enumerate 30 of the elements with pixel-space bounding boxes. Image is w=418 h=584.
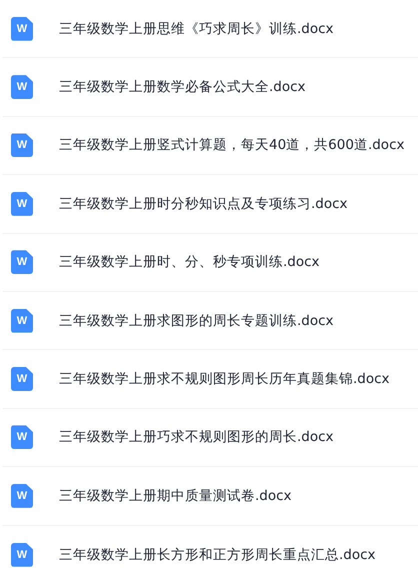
file-row[interactable]: W 三年级数学上册竖式计算题，每天40道，共600道.docx bbox=[3, 116, 418, 176]
file-row[interactable]: W 三年级数学上册求图形的周长专题训练.docx bbox=[3, 292, 418, 350]
file-name: 三年级数学上册巧求不规则图形的周长.docx bbox=[59, 428, 334, 446]
file-name: 三年级数学上册求图形的周长专题训练.docx bbox=[59, 312, 334, 330]
file-row[interactable]: W 三年级数学上册时分秒知识点及专项练习.docx bbox=[3, 175, 418, 234]
word-file-icon: W bbox=[11, 367, 33, 392]
file-name: 三年级数学上册竖式计算题，每天40道，共600道.docx bbox=[59, 136, 404, 154]
file-name: 三年级数学上册数学必备公式大全.docx bbox=[59, 78, 306, 96]
word-file-icon: W bbox=[11, 75, 33, 100]
word-file-icon: W bbox=[11, 133, 33, 158]
word-file-icon: W bbox=[11, 16, 33, 41]
file-row[interactable]: W 三年级数学上册思维《巧求周长》训练.docx bbox=[3, 0, 418, 58]
word-file-icon: W bbox=[11, 484, 33, 508]
file-name: 三年级数学上册长方形和正方形周长重点汇总.docx bbox=[59, 546, 376, 564]
file-row[interactable]: W 三年级数学上册求不规则图形周长历年真题集锦.docx bbox=[3, 350, 418, 409]
word-file-icon: W bbox=[11, 308, 33, 333]
file-row[interactable]: W 三年级数学上册数学必备公式大全.docx bbox=[3, 58, 418, 117]
file-row[interactable]: W 三年级数学上册长方形和正方形周长重点汇总.docx bbox=[3, 526, 418, 584]
file-name: 三年级数学上册时、分、秒专项训练.docx bbox=[59, 253, 320, 272]
word-file-icon: W bbox=[11, 542, 33, 567]
word-file-icon: W bbox=[11, 250, 33, 274]
file-row[interactable]: W 三年级数学上册时、分、秒专项训练.docx bbox=[3, 234, 418, 292]
word-file-icon: W bbox=[11, 192, 33, 216]
file-row[interactable]: W 三年级数学上册巧求不规则图形的周长.docx bbox=[3, 408, 418, 468]
file-name: 三年级数学上册期中质量测试卷.docx bbox=[59, 486, 292, 505]
file-name: 三年级数学上册思维《巧求周长》训练.docx bbox=[59, 20, 334, 38]
file-name: 三年级数学上册时分秒知识点及专项练习.docx bbox=[59, 194, 348, 213]
file-row[interactable]: W 三年级数学上册期中质量测试卷.docx bbox=[3, 467, 418, 526]
word-file-icon: W bbox=[11, 425, 33, 450]
file-name: 三年级数学上册求不规则图形周长历年真题集锦.docx bbox=[59, 370, 390, 388]
